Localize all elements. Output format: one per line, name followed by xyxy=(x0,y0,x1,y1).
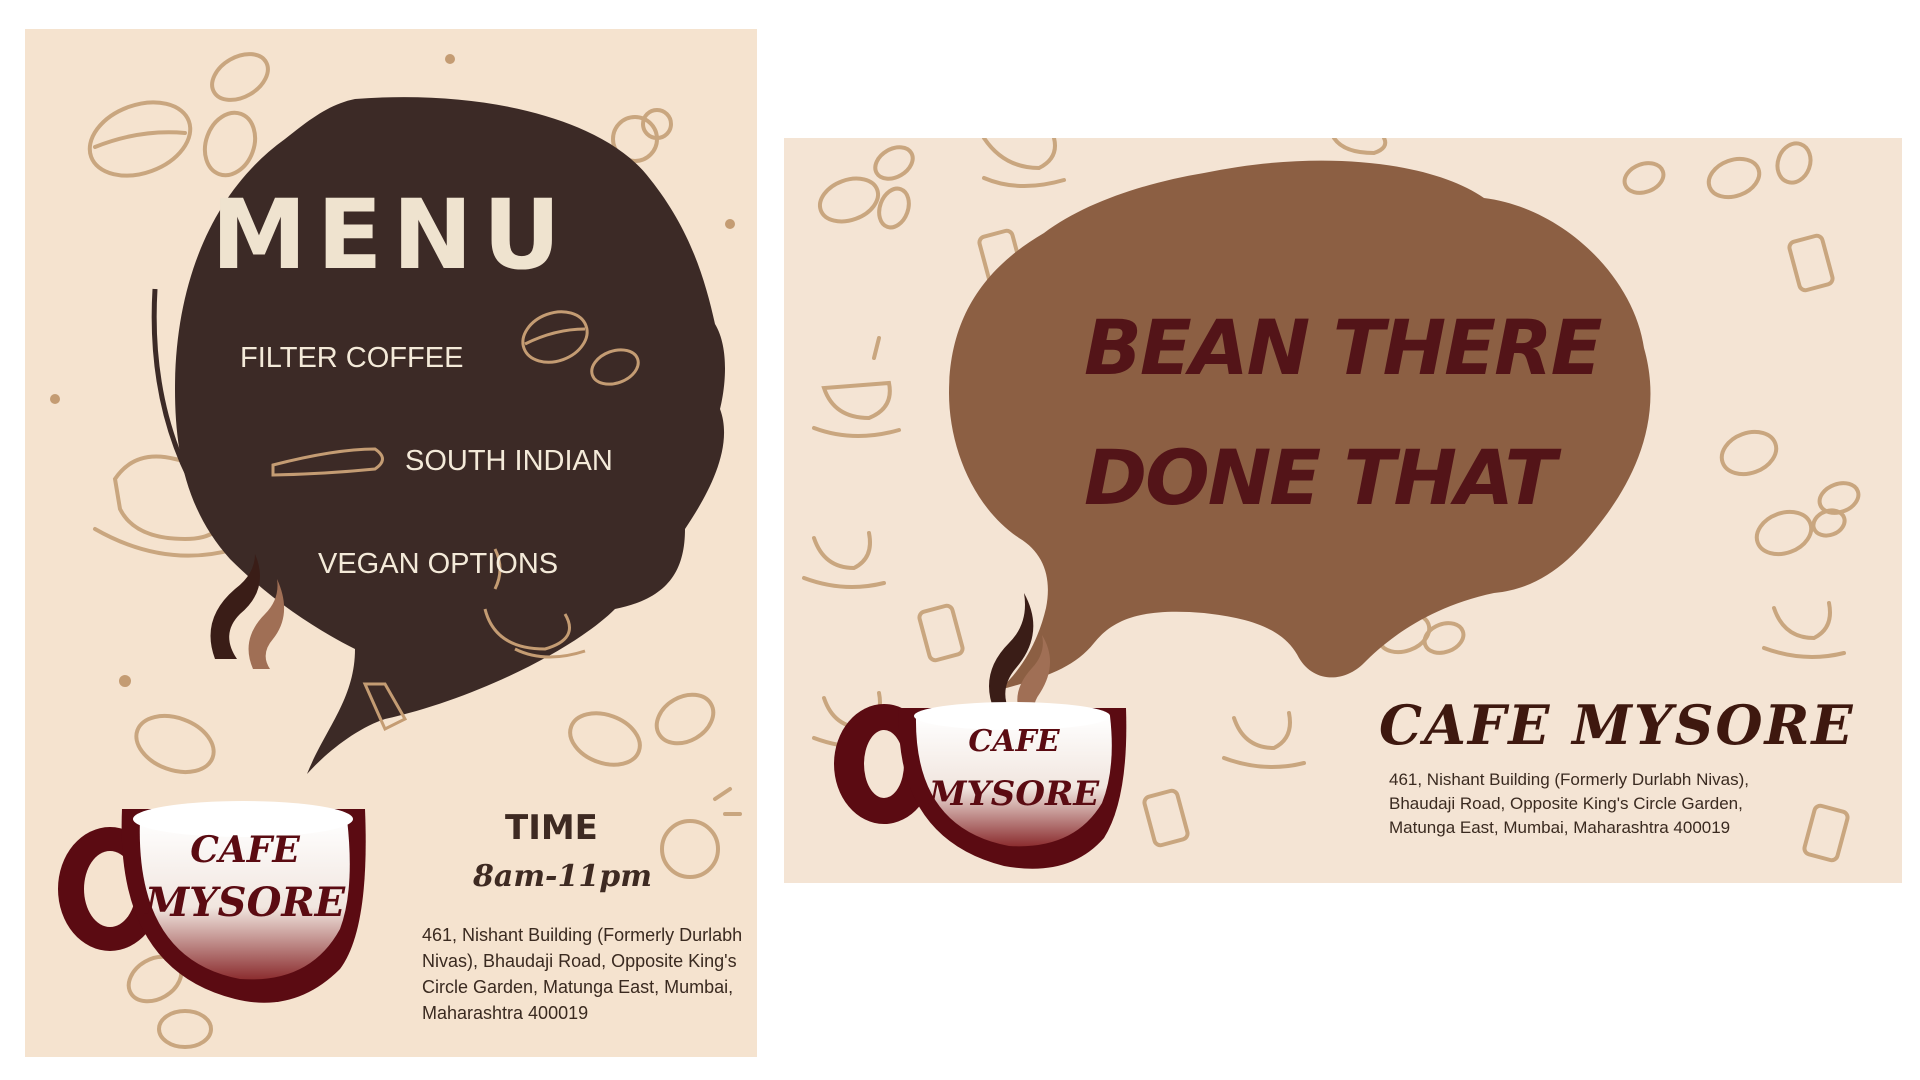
time-label: TIME xyxy=(505,808,598,848)
slogan-line-1: BEAN THERE xyxy=(1084,303,1603,392)
menu-item-south-indian: SOUTH INDIAN xyxy=(405,445,613,477)
menu-logo-mysore: MYSORE xyxy=(144,879,346,926)
banner-address: 461, Nishant Building (Formerly Durlabh … xyxy=(1389,770,1749,837)
menu-item-filter-coffee: FILTER COFFEE xyxy=(240,342,464,374)
brand-name: CAFE MYSORE xyxy=(1379,693,1855,757)
banner-poster: BEAN THERE DONE THAT CAFE MYSORE CAFE MY… xyxy=(784,138,1902,883)
banner-logo-cafe: CAFE xyxy=(968,724,1060,759)
menu-logo-cafe: CAFE xyxy=(190,829,300,871)
slogan-line-2: DONE THAT xyxy=(1084,433,1557,522)
menu-address: 461, Nishant Building (Formerly Durlabh … xyxy=(422,925,743,1023)
menu-item-vegan-options: VEGAN OPTIONS xyxy=(318,548,559,580)
menu-poster: MENU FILTER COFFEE SOUTH INDIAN VEGAN OP… xyxy=(25,29,757,1057)
banner-logo-mysore: MYSORE xyxy=(928,774,1100,814)
time-value: 8am-11pm xyxy=(473,859,652,894)
menu-title: MENU xyxy=(211,179,571,291)
